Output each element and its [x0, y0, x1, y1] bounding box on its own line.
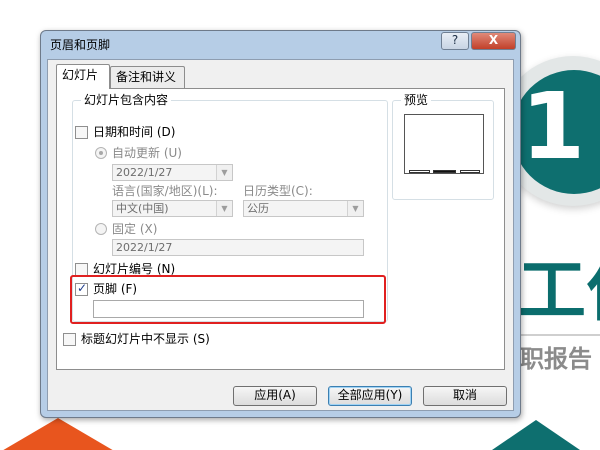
preview-group: 预览 — [392, 93, 494, 200]
dialog-title: 页眉和页脚 — [50, 38, 111, 52]
auto-update-radio[interactable] — [95, 147, 107, 159]
apply-to-all-button[interactable]: 全部应用(Y) — [328, 386, 412, 406]
preview-footer-placeholder — [433, 170, 456, 173]
decorative-triangle-teal — [492, 420, 580, 450]
group-legend: 幻灯片包含内容 — [81, 93, 172, 107]
slide-subheading: 职报告 — [520, 345, 592, 373]
language-label: 语言(国家/地区)(L): — [112, 184, 218, 198]
tab-notes-handouts[interactable]: 备注和讲义 — [110, 66, 185, 88]
calendar-type-select[interactable]: 公历 ▼ — [243, 200, 364, 217]
preview-legend: 预览 — [401, 93, 432, 107]
heading-divider — [518, 334, 600, 336]
preview-date-placeholder — [409, 170, 430, 173]
preview-number-placeholder — [460, 170, 480, 173]
header-footer-dialog: 页眉和页脚 ? X 幻灯片 备注和讲义 幻灯片包含内容 日期和时间 (D) 自动… — [40, 30, 521, 418]
slide-preview-thumbnail — [404, 114, 484, 174]
language-select[interactable]: 中文(中国) ▼ — [112, 200, 233, 217]
tab-panel: 幻灯片包含内容 日期和时间 (D) 自动更新 (U) 2022/1/27 ▼ 语… — [56, 88, 505, 370]
chevron-down-icon: ▼ — [216, 201, 232, 216]
fixed-date-input[interactable]: 2022/1/27 — [112, 239, 364, 256]
auto-update-date-select[interactable]: 2022/1/27 ▼ — [112, 164, 233, 181]
fixed-date-radio[interactable] — [95, 223, 107, 235]
calendar-type-label: 日历类型(C): — [243, 184, 313, 198]
footer-highlight-box — [70, 275, 386, 324]
slide-heading: 工作计 — [518, 252, 600, 331]
auto-update-label: 自动更新 (U) — [112, 146, 182, 160]
cancel-button[interactable]: 取消 — [423, 386, 507, 406]
tab-slides[interactable]: 幻灯片 — [56, 64, 110, 89]
help-button[interactable]: ? — [441, 32, 469, 50]
apply-button[interactable]: 应用(A) — [233, 386, 317, 406]
hide-on-title-slide-label: 标题幻灯片中不显示 (S) — [81, 332, 210, 346]
fixed-date-label: 固定 (X) — [112, 222, 158, 236]
close-button[interactable]: X — [471, 32, 516, 50]
date-time-checkbox[interactable] — [75, 126, 88, 139]
decorative-triangle-orange — [0, 418, 116, 450]
dialog-body: 幻灯片 备注和讲义 幻灯片包含内容 日期和时间 (D) 自动更新 (U) 202… — [47, 59, 514, 411]
chevron-down-icon: ▼ — [216, 165, 232, 180]
section-number: 1 — [520, 73, 585, 180]
chevron-down-icon: ▼ — [347, 201, 363, 216]
hide-on-title-slide-checkbox[interactable] — [63, 333, 76, 346]
date-time-label: 日期和时间 (D) — [93, 125, 176, 139]
